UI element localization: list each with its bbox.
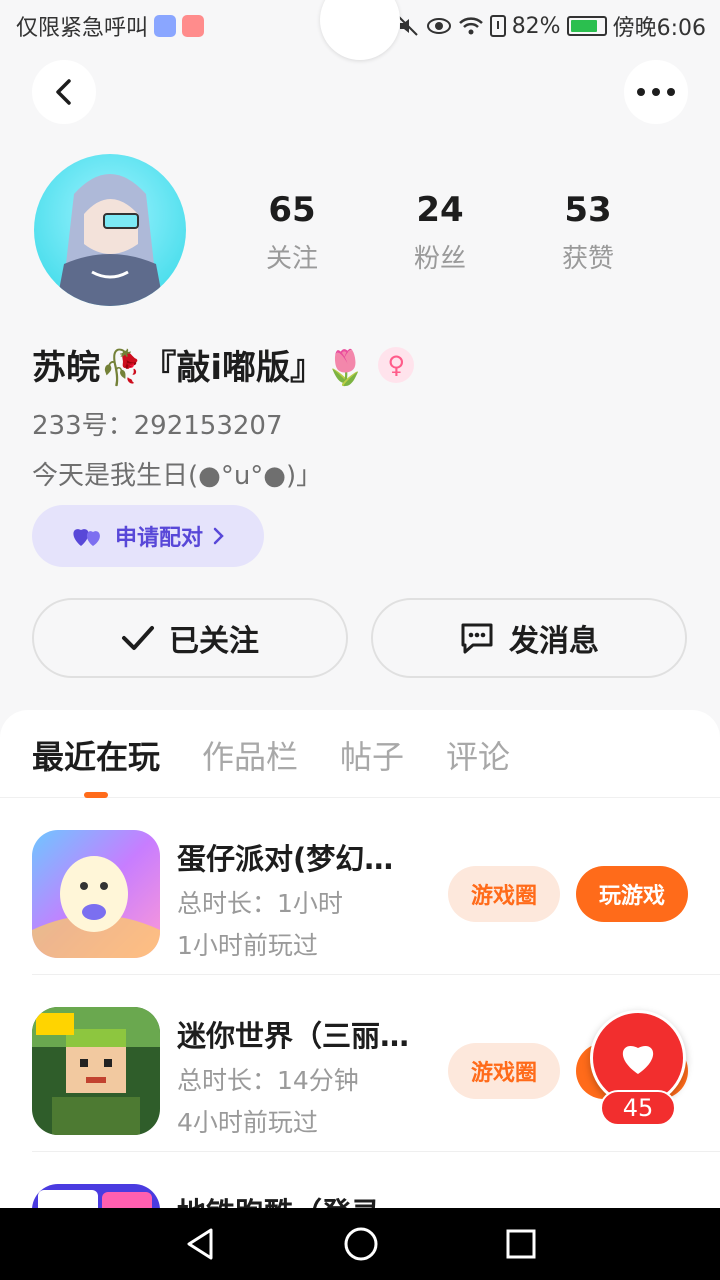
tab-posts[interactable]: 帖子 <box>340 732 404 798</box>
status-right: 82% 傍晚6:06 <box>396 10 706 42</box>
tab-works[interactable]: 作品栏 <box>202 732 298 798</box>
stat-likes[interactable]: 53 获赞 <box>514 190 662 275</box>
request-pair-button[interactable]: 申请配对 <box>32 505 264 567</box>
followed-button[interactable]: 已关注 <box>32 598 348 678</box>
system-nav-bar <box>0 1208 720 1280</box>
nav-back-icon[interactable] <box>183 1226 217 1262</box>
game-duration: 总时长：14分钟 <box>177 1066 359 1095</box>
battery-icon <box>566 16 607 36</box>
request-pair-label: 申请配对 <box>114 526 203 551</box>
game-icon-eggy-party[interactable] <box>32 830 160 958</box>
play-game-button[interactable]: 玩游戏 <box>576 866 688 922</box>
hearts-icon <box>73 529 100 546</box>
avatar[interactable] <box>34 154 186 306</box>
eye-icon <box>426 18 451 34</box>
send-message-button[interactable]: 发消息 <box>371 598 687 678</box>
user-id: 233号：292153207 <box>32 411 283 441</box>
avatar-illustration <box>56 174 164 306</box>
nav-recents-icon[interactable] <box>505 1228 537 1260</box>
game-last-played: 4小时前玩过 <box>177 1108 318 1137</box>
clock: 傍晚6:06 <box>612 16 706 41</box>
subway-surfers-icon <box>32 1184 160 1210</box>
game-icon-subway-surfers[interactable] <box>32 1184 160 1210</box>
emergency-call-text: 仅限紧急呼叫 <box>16 16 149 41</box>
mini-world-icon <box>32 1007 160 1135</box>
send-message-label: 发消息 <box>509 624 599 659</box>
following-label: 关注 <box>265 244 318 274</box>
battery-percent: 82% <box>511 13 561 39</box>
followed-label: 已关注 <box>169 624 259 659</box>
game-last-played: 1小时前玩过 <box>177 931 318 960</box>
app-notification-icon-2 <box>182 15 205 37</box>
likes-count: 53 <box>564 190 612 230</box>
chevron-right-icon <box>213 527 224 545</box>
nav-home-icon[interactable] <box>343 1226 379 1262</box>
heart-icon <box>622 1046 654 1074</box>
more-dots-icon <box>637 88 675 96</box>
game-title: 迷你世界（三丽… <box>177 1019 410 1053</box>
eggy-party-icon <box>32 830 160 958</box>
profile-tabs: 最近在玩 作品栏 帖子 评论 <box>0 710 720 798</box>
chat-bubble-icon <box>461 623 493 654</box>
user-bio: 今天是我生日(●°u°●)」 <box>32 461 323 491</box>
tab-recently-played[interactable]: 最近在玩 <box>32 732 160 798</box>
battery-fill <box>570 20 597 32</box>
back-arrow-icon <box>56 79 71 105</box>
status-left: 仅限紧急呼叫 <box>16 10 205 42</box>
female-gender-icon: ♀ <box>378 346 415 383</box>
back-button[interactable] <box>32 60 96 124</box>
fans-label: 粉丝 <box>413 244 466 274</box>
user-name: 苏皖🥀『敲i嘟版』🌷 <box>32 348 367 388</box>
game-title: 蛋仔派对(梦幻… <box>177 842 394 876</box>
profile-stats: 65 关注 24 粉丝 53 获赞 <box>218 190 662 275</box>
wifi-icon <box>458 17 483 35</box>
fans-count: 24 <box>416 190 464 230</box>
app-notification-icon <box>154 15 177 37</box>
game-circle-button[interactable]: 游戏圈 <box>448 1043 560 1099</box>
game-title: 地铁跑酷（登录 <box>177 1190 380 1210</box>
game-row[interactable]: 蛋仔派对(梦幻… 总时长：1小时 1小时前玩过 游戏圈 玩游戏 <box>32 798 720 975</box>
likes-label: 获赞 <box>561 244 614 274</box>
game-circle-button[interactable]: 游戏圈 <box>448 866 560 922</box>
sim-icon <box>489 15 506 37</box>
content-card: 最近在玩 作品栏 帖子 评论 蛋仔派对(梦幻… 总时长：1小时 1小时前玩过 游… <box>0 710 720 1210</box>
more-button[interactable] <box>624 60 688 124</box>
following-count: 65 <box>268 190 316 230</box>
tab-comments[interactable]: 评论 <box>446 732 510 798</box>
stat-following[interactable]: 65 关注 <box>218 190 366 275</box>
stat-fans[interactable]: 24 粉丝 <box>366 190 514 275</box>
like-count-badge: 45 <box>600 1090 676 1126</box>
name-row: 苏皖🥀『敲i嘟版』🌷 ♀ <box>32 340 415 389</box>
game-row[interactable]: 地铁跑酷（登录 <box>32 1152 720 1210</box>
game-icon-mini-world[interactable] <box>32 1007 160 1135</box>
check-icon <box>122 626 154 650</box>
game-duration: 总时长：1小时 <box>177 889 343 918</box>
